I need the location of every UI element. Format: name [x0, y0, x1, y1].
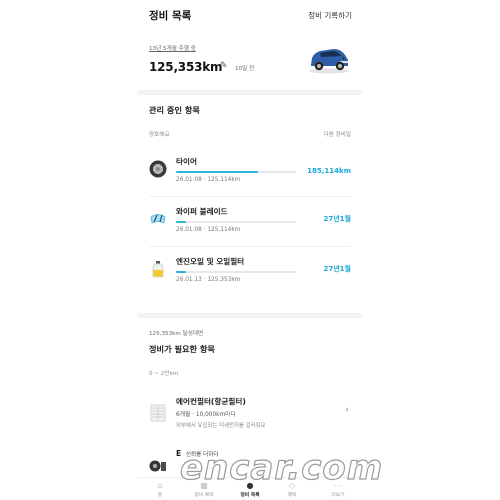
current-mileage: 125,353km — [149, 60, 223, 74]
item-next-service: 27년1월 — [323, 215, 352, 223]
mileage-updated-ago: 10일 전 — [235, 66, 255, 72]
car-image — [306, 44, 352, 74]
item-progress-bar — [176, 271, 296, 273]
mileage-range-label: 0 ~ 2만km — [149, 371, 179, 377]
oil-bottle-icon — [149, 260, 167, 278]
item-next-service: 27년1월 — [323, 265, 352, 273]
nav-label: 정비 예약 — [194, 493, 214, 498]
item-name: 와이퍼 블레이드 — [176, 207, 228, 216]
item-name: 타이어 — [176, 157, 197, 166]
item-divider — [149, 246, 351, 247]
item-progress-fill — [176, 171, 258, 173]
oil-check-icon — [149, 458, 167, 472]
nav-label: 혜택 — [287, 493, 297, 498]
item-progress-fill — [176, 271, 186, 273]
home-icon: ⌂ — [157, 481, 163, 490]
wiper-icon — [149, 210, 167, 228]
item-progress-fill — [176, 221, 186, 223]
tire-icon — [149, 160, 167, 178]
item-progress-bar — [176, 221, 296, 223]
item-last-service: 26.01.13 · 125,353km — [176, 277, 241, 283]
item-next-service: 185,114km — [307, 167, 351, 175]
chevron-right-icon: › — [345, 405, 349, 415]
driving-period-link[interactable]: 13년 5개월 주행 중 — [149, 44, 196, 52]
item-divider — [149, 196, 351, 197]
managed-item-tire[interactable]: 타이어 26.01.08 · 125,114km 185,114km — [138, 150, 362, 192]
needed-item-air-filter[interactable]: 에어컨필터(항균필터) 6개월 · 10,000km마다 외부에서 유입되는 미… — [138, 388, 362, 436]
encar-watermark: encar.com — [179, 447, 384, 488]
mileage-trigger-label: 125,353km 달성대면 — [149, 331, 204, 337]
needed-section-title: 정비가 필요한 항목 — [149, 344, 215, 354]
managed-item-engine-oil[interactable]: 엔진오일 및 오일필터 26.01.13 · 125,353km 27년1월 — [138, 250, 362, 292]
item-last-service: 26.01.08 · 125,114km — [176, 177, 241, 183]
app-screen: 정비 목록 정비 기록하기 13년 5개월 주행 중 125,353km ✎ 1… — [138, 0, 362, 500]
edit-pencil-icon[interactable]: ✎ — [220, 61, 228, 71]
item-interval: 6개월 · 10,000km마다 — [176, 412, 236, 418]
item-progress-bar — [176, 171, 296, 173]
air-filter-icon — [149, 404, 167, 422]
record-maintenance-button[interactable]: 정비 기록하기 — [308, 10, 352, 21]
item-description: 외부에서 유입되는 미세먼지를 걸러줘요 — [176, 423, 266, 429]
nav-home[interactable]: ⌂ 홈 — [140, 481, 180, 498]
managed-section-title: 관리 중인 항목 — [149, 105, 200, 115]
item-last-service: 26.01.08 · 125,114km — [176, 227, 241, 233]
item-name: 엔진오일 및 오일필터 — [176, 257, 245, 266]
section-divider — [138, 313, 362, 318]
item-name: 에어컨필터(항균필터) — [176, 397, 246, 406]
page-title: 정비 목록 — [149, 10, 192, 22]
nav-label: 정비 목록 — [240, 493, 260, 498]
next-service-label: 다음 정비일 — [323, 132, 351, 138]
managed-item-wiper[interactable]: 와이퍼 블레이드 26.01.08 · 125,114km 27년1월 — [138, 200, 362, 242]
nav-label: 홈 — [157, 493, 163, 498]
status-good-label: 양호해요 — [149, 132, 170, 138]
nav-label: 더보기 — [331, 493, 345, 498]
section-divider — [138, 90, 362, 95]
